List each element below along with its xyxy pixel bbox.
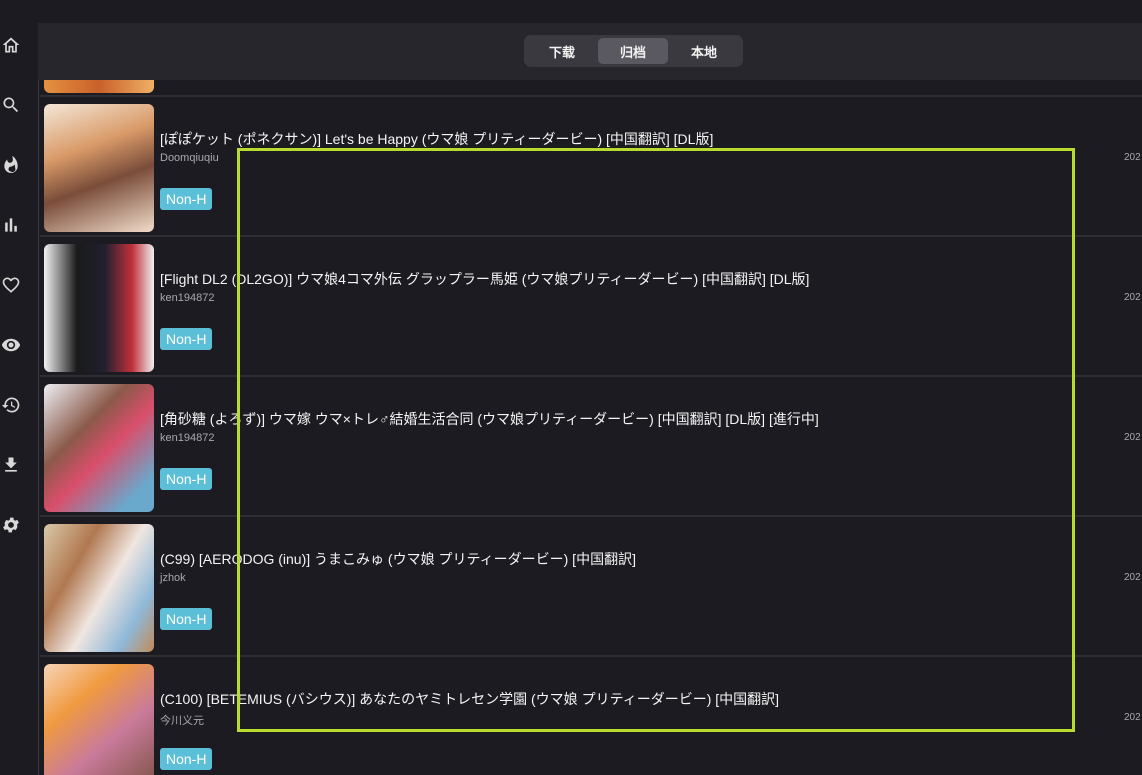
heart-icon	[2, 277, 20, 293]
nav-ranking-button[interactable]	[0, 213, 22, 237]
nav-favorites-button[interactable]	[0, 273, 22, 297]
item-date: 202	[1124, 432, 1141, 443]
top-bar: 下载 归档 本地	[38, 23, 1142, 80]
item-date: 202	[1124, 292, 1141, 303]
cover-thumbnail	[44, 664, 154, 775]
cover-thumbnail	[44, 384, 154, 512]
category-badge: Non-H	[160, 608, 213, 630]
nav-popular-button[interactable]	[0, 153, 22, 177]
item-date: 202	[1124, 152, 1141, 163]
search-icon	[3, 97, 19, 113]
item-title: [ぽぽケット (ポネクサン)] Let's be Happy (ウマ娘 プリティ…	[160, 131, 714, 147]
window-titlebar	[0, 0, 1142, 23]
item-uploader: 今川义元	[160, 715, 204, 727]
cover-thumbnail	[44, 524, 154, 652]
item-date: 202	[1124, 572, 1141, 583]
item-uploader: ken194872	[160, 432, 215, 444]
category-badge: Non-H	[160, 748, 213, 770]
nav-downloads-button[interactable]	[0, 453, 22, 477]
item-title: (C99) [AERODOG (inu)] うまこみゅ (ウマ娘 プリティーダー…	[160, 551, 636, 567]
home-icon	[2, 37, 20, 53]
cover-thumbnail	[44, 104, 154, 232]
list-item[interactable]: [Flight DL2 (DL2GO)] ウマ娘4コマ外伝 グラップラー馬姫 (…	[40, 237, 1142, 377]
nav-watched-button[interactable]	[0, 333, 22, 357]
category-badge: Non-H	[160, 188, 213, 210]
tab-archive[interactable]: 归档	[598, 38, 668, 64]
segmented-tabs: 下载 归档 本地	[524, 35, 743, 67]
gear-icon	[3, 517, 19, 533]
item-date: 202	[1124, 712, 1141, 723]
list-item[interactable]: (C99) [AERODOG (inu)] うまこみゅ (ウマ娘 プリティーダー…	[40, 517, 1142, 657]
item-uploader: ken194872	[160, 292, 215, 304]
nav-history-button[interactable]	[0, 393, 22, 417]
item-uploader: Doomqiuqiu	[160, 152, 219, 164]
category-badge: Non-H	[160, 468, 213, 490]
list-item[interactable]: (C100) [BETEMIUS (バシウス)] あなたのヤミトレセン学園 (ウ…	[40, 657, 1142, 775]
cover-thumbnail	[44, 80, 154, 93]
item-uploader: jzhok	[160, 572, 186, 584]
cover-thumbnail	[44, 244, 154, 372]
list-item[interactable]: [角砂糖 (よろず)] ウマ嫁 ウマ×トレ♂結婚生活合同 (ウマ娘プリティーダー…	[40, 377, 1142, 517]
item-title: [Flight DL2 (DL2GO)] ウマ娘4コマ外伝 グラップラー馬姫 (…	[160, 271, 810, 287]
item-title: [角砂糖 (よろず)] ウマ嫁 ウマ×トレ♂結婚生活合同 (ウマ娘プリティーダー…	[160, 411, 819, 427]
category-badge: Non-H	[160, 328, 213, 350]
tab-download[interactable]: 下载	[527, 38, 597, 64]
nav-search-button[interactable]	[0, 93, 22, 117]
fire-icon	[4, 155, 18, 173]
item-title: (C100) [BETEMIUS (バシウス)] あなたのヤミトレセン学園 (ウ…	[160, 691, 780, 707]
bar-chart-icon	[5, 218, 17, 232]
nav-home-button[interactable]	[0, 33, 22, 57]
sidebar	[0, 23, 39, 775]
eye-icon	[1, 338, 21, 352]
history-icon	[1, 397, 20, 413]
list-item-partial[interactable]	[40, 80, 1142, 97]
download-icon	[5, 457, 17, 472]
nav-settings-button[interactable]	[0, 513, 22, 537]
tab-local[interactable]: 本地	[669, 38, 739, 64]
list-item[interactable]: [ぽぽケット (ポネクサン)] Let's be Happy (ウマ娘 プリティ…	[40, 97, 1142, 237]
gallery-list[interactable]: [ぽぽケット (ポネクサン)] Let's be Happy (ウマ娘 プリティ…	[40, 80, 1142, 775]
